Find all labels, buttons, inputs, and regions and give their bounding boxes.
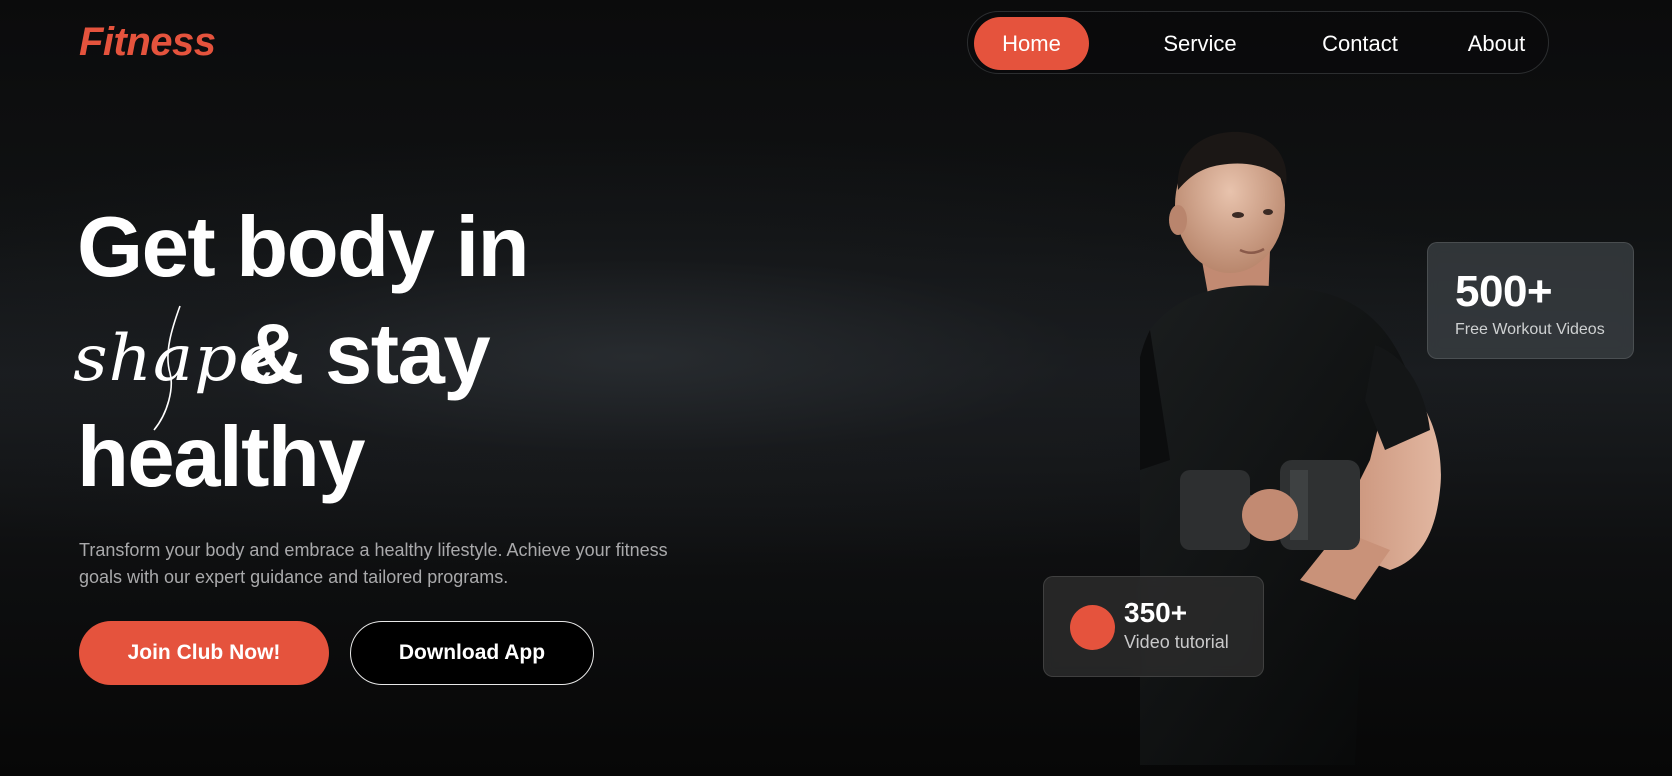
nav-item-service[interactable]: Service xyxy=(1153,17,1247,70)
brand-logo[interactable]: Fitness xyxy=(79,20,216,65)
headline-line-2: & stay xyxy=(243,307,491,402)
headline-line-3: healthy xyxy=(77,410,366,505)
stat-label-workouts: Free Workout Videos xyxy=(1455,321,1605,338)
join-club-button[interactable]: Join Club Now! xyxy=(79,621,329,685)
hero-description: Transform your body and embrace a health… xyxy=(79,540,668,587)
main-nav: Home Service Contact About xyxy=(967,11,1549,74)
headline-line-1: Get body in xyxy=(77,200,530,295)
download-app-button[interactable]: Download App xyxy=(350,621,594,685)
nav-item-about[interactable]: About xyxy=(1455,17,1538,70)
stat-value-workouts: 500+ xyxy=(1455,267,1553,316)
stat-value-tutorials: 350+ xyxy=(1124,597,1188,628)
stat-label-tutorials: Video tutorial xyxy=(1124,632,1229,652)
nav-item-home[interactable]: Home xyxy=(974,17,1089,70)
nav-item-contact[interactable]: Contact xyxy=(1311,17,1409,70)
stat-card-workouts: 500+ Free Workout Videos xyxy=(1427,242,1634,359)
record-dot-icon xyxy=(1070,605,1115,650)
stat-card-tutorials: 350+ Video tutorial xyxy=(1043,576,1264,677)
